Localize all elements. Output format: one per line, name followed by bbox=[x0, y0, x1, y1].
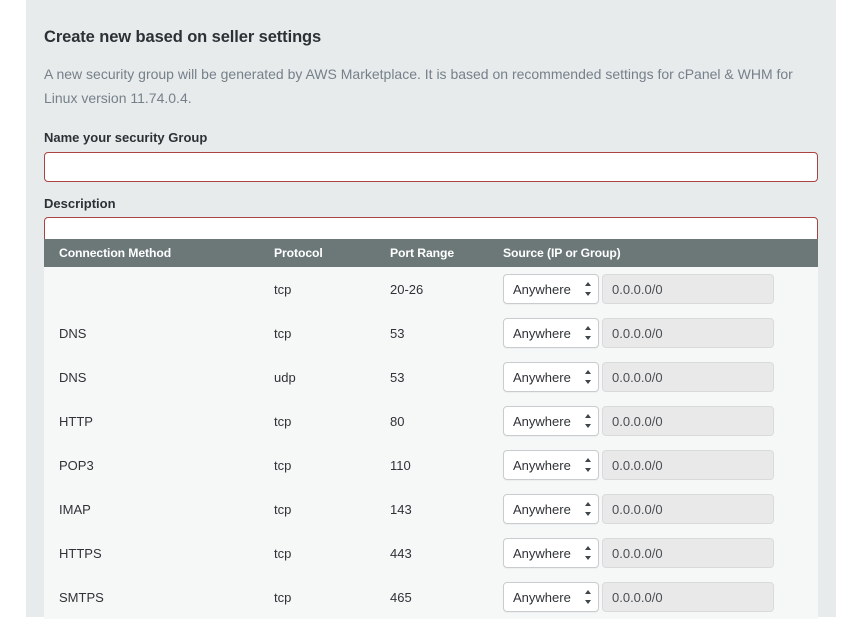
security-group-name-input[interactable] bbox=[44, 152, 818, 182]
source-type-select-value: Anywhere bbox=[513, 282, 571, 297]
cell-protocol: udp bbox=[274, 355, 390, 399]
screen: Create new based on seller settings A ne… bbox=[0, 0, 852, 617]
cell-source: Anywhere 0.0.0.0/0 bbox=[503, 575, 818, 619]
cell-connection-method: DNS bbox=[44, 355, 274, 399]
description-field-label: Description bbox=[44, 196, 818, 212]
cell-protocol: tcp bbox=[274, 487, 390, 531]
source-type-select[interactable]: Anywhere bbox=[503, 274, 599, 304]
cell-protocol: tcp bbox=[274, 575, 390, 619]
table-row: HTTPtcp80 Anywhere 0.0.0.0/0 bbox=[44, 399, 818, 443]
cell-source: Anywhere 0.0.0.0/0 bbox=[503, 399, 818, 443]
cell-connection-method: HTTPS bbox=[44, 531, 274, 575]
column-header-connection-method: Connection Method bbox=[44, 239, 274, 267]
source-cidr-input[interactable]: 0.0.0.0/0 bbox=[602, 582, 774, 612]
source-type-select[interactable]: Anywhere bbox=[503, 450, 599, 480]
source-type-select-value: Anywhere bbox=[513, 458, 571, 473]
cell-port-range: 143 bbox=[390, 487, 503, 531]
source-cidr-input[interactable]: 0.0.0.0/0 bbox=[602, 450, 774, 480]
source-controls: Anywhere 0.0.0.0/0 bbox=[503, 450, 818, 480]
cell-protocol: tcp bbox=[274, 267, 390, 311]
table-header: Connection Method Protocol Port Range So… bbox=[44, 239, 818, 267]
column-header-source: Source (IP or Group) bbox=[503, 239, 818, 267]
source-controls: Anywhere 0.0.0.0/0 bbox=[503, 362, 818, 392]
source-type-select-value: Anywhere bbox=[513, 326, 571, 341]
source-type-select[interactable]: Anywhere bbox=[503, 406, 599, 436]
source-type-select[interactable]: Anywhere bbox=[503, 318, 599, 348]
source-controls: Anywhere 0.0.0.0/0 bbox=[503, 318, 818, 348]
source-type-select-value: Anywhere bbox=[513, 502, 571, 517]
select-stepper-arrows-icon bbox=[584, 370, 591, 384]
cell-connection-method: SMTPS bbox=[44, 575, 274, 619]
source-type-select-value: Anywhere bbox=[513, 546, 571, 561]
column-header-protocol: Protocol bbox=[274, 239, 390, 267]
source-controls: Anywhere 0.0.0.0/0 bbox=[503, 538, 818, 568]
source-cidr-input[interactable]: 0.0.0.0/0 bbox=[602, 274, 774, 304]
source-type-select-value: Anywhere bbox=[513, 590, 571, 605]
source-controls: Anywhere 0.0.0.0/0 bbox=[503, 494, 818, 524]
table-row: DNSudp53 Anywhere 0.0.0.0/0 bbox=[44, 355, 818, 399]
source-controls: Anywhere 0.0.0.0/0 bbox=[503, 274, 818, 304]
name-field-label: Name your security Group bbox=[44, 130, 818, 146]
cell-port-range: 20-26 bbox=[390, 267, 503, 311]
select-stepper-arrows-icon bbox=[584, 590, 591, 604]
select-stepper-arrows-icon bbox=[584, 282, 591, 296]
source-type-select[interactable]: Anywhere bbox=[503, 538, 599, 568]
cell-source: Anywhere 0.0.0.0/0 bbox=[503, 311, 818, 355]
table-row: POP3tcp110 Anywhere 0.0.0.0/0 bbox=[44, 443, 818, 487]
cell-connection-method bbox=[44, 267, 274, 311]
panel-description: A new security group will be generated b… bbox=[44, 62, 818, 110]
source-cidr-input[interactable]: 0.0.0.0/0 bbox=[602, 406, 774, 436]
page-title: Create new based on seller settings bbox=[44, 28, 818, 48]
cell-port-range: 53 bbox=[390, 355, 503, 399]
table-row: tcp20-26 Anywhere 0.0.0.0/0 bbox=[44, 267, 818, 311]
security-rules-table: Connection Method Protocol Port Range So… bbox=[44, 239, 818, 619]
source-type-select[interactable]: Anywhere bbox=[503, 494, 599, 524]
table-header-row: Connection Method Protocol Port Range So… bbox=[44, 239, 818, 267]
source-type-select[interactable]: Anywhere bbox=[503, 362, 599, 392]
cell-protocol: tcp bbox=[274, 443, 390, 487]
select-stepper-arrows-icon bbox=[584, 546, 591, 560]
select-stepper-arrows-icon bbox=[584, 458, 591, 472]
cell-port-range: 110 bbox=[390, 443, 503, 487]
table-row: IMAPtcp143 Anywhere 0.0.0.0/0 bbox=[44, 487, 818, 531]
table-row: SMTPStcp465 Anywhere 0.0.0.0/0 bbox=[44, 575, 818, 619]
source-controls: Anywhere 0.0.0.0/0 bbox=[503, 406, 818, 436]
cell-connection-method: HTTP bbox=[44, 399, 274, 443]
cell-protocol: tcp bbox=[274, 531, 390, 575]
cell-port-range: 443 bbox=[390, 531, 503, 575]
source-cidr-input[interactable]: 0.0.0.0/0 bbox=[602, 538, 774, 568]
source-cidr-input[interactable]: 0.0.0.0/0 bbox=[602, 494, 774, 524]
table-row: DNStcp53 Anywhere 0.0.0.0/0 bbox=[44, 311, 818, 355]
source-controls: Anywhere 0.0.0.0/0 bbox=[503, 582, 818, 612]
cell-port-range: 465 bbox=[390, 575, 503, 619]
source-type-select-value: Anywhere bbox=[513, 370, 571, 385]
cell-port-range: 80 bbox=[390, 399, 503, 443]
column-header-port-range: Port Range bbox=[390, 239, 503, 267]
source-type-select-value: Anywhere bbox=[513, 414, 571, 429]
cell-source: Anywhere 0.0.0.0/0 bbox=[503, 355, 818, 399]
cell-source: Anywhere 0.0.0.0/0 bbox=[503, 267, 818, 311]
cell-protocol: tcp bbox=[274, 399, 390, 443]
select-stepper-arrows-icon bbox=[584, 326, 591, 340]
source-type-select[interactable]: Anywhere bbox=[503, 582, 599, 612]
cell-source: Anywhere 0.0.0.0/0 bbox=[503, 531, 818, 575]
table-body: tcp20-26Anywhere0.0.0.0/0DNStcp53Anywher… bbox=[44, 267, 818, 619]
cell-connection-method: IMAP bbox=[44, 487, 274, 531]
source-cidr-input[interactable]: 0.0.0.0/0 bbox=[602, 362, 774, 392]
cell-connection-method: DNS bbox=[44, 311, 274, 355]
source-cidr-input[interactable]: 0.0.0.0/0 bbox=[602, 318, 774, 348]
cell-source: Anywhere 0.0.0.0/0 bbox=[503, 443, 818, 487]
cell-source: Anywhere 0.0.0.0/0 bbox=[503, 487, 818, 531]
select-stepper-arrows-icon bbox=[584, 502, 591, 516]
cell-protocol: tcp bbox=[274, 311, 390, 355]
cell-connection-method: POP3 bbox=[44, 443, 274, 487]
cell-port-range: 53 bbox=[390, 311, 503, 355]
select-stepper-arrows-icon bbox=[584, 414, 591, 428]
table-row: HTTPStcp443 Anywhere 0.0.0.0/0 bbox=[44, 531, 818, 575]
